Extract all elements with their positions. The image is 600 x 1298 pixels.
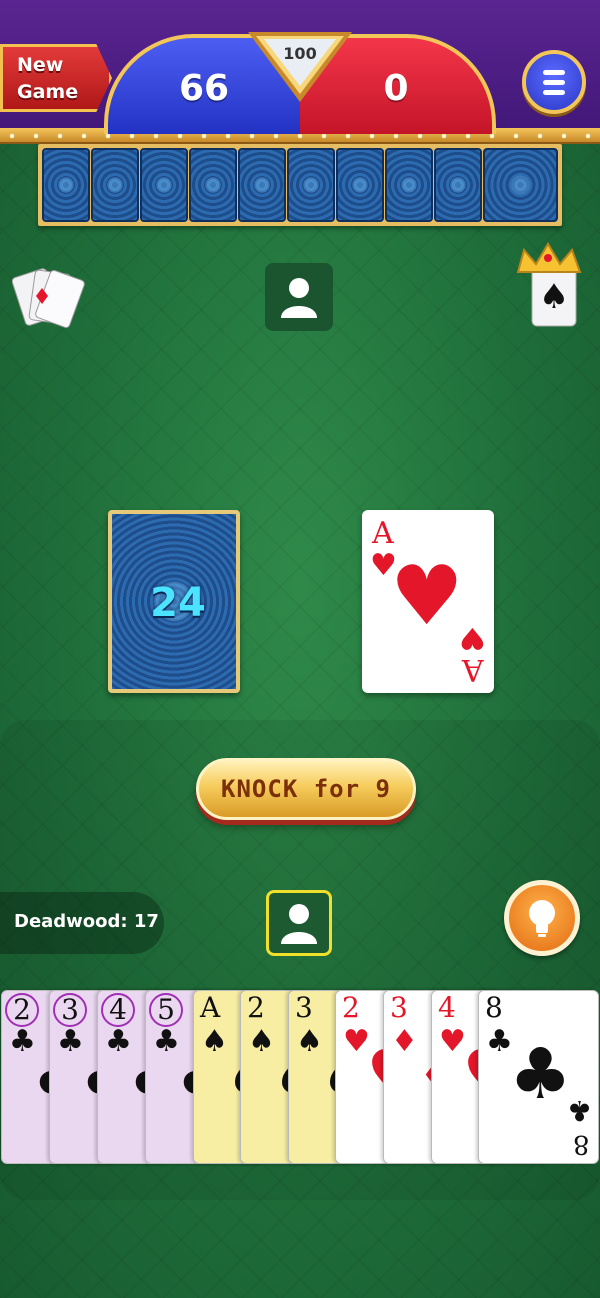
- card-rank: 2: [5, 993, 39, 1027]
- opponent-card: [287, 148, 335, 222]
- card-rank: 2: [247, 991, 265, 1024]
- card-rank: 4: [438, 991, 456, 1024]
- new-game-label-line2: Game: [17, 81, 79, 103]
- heart-center-icon: ♥: [390, 549, 464, 644]
- target-score-badge: 100: [246, 30, 354, 104]
- opponent-card: [336, 148, 384, 222]
- knock-button[interactable]: KNOCK for 9: [196, 758, 416, 820]
- club-suit-icon: ♣: [509, 1033, 572, 1115]
- opponent-hand: [38, 144, 562, 226]
- card-rank: 8: [485, 991, 503, 1024]
- lightbulb-icon: [529, 900, 555, 937]
- target-score: 100: [283, 44, 317, 63]
- card-themes-icon[interactable]: [11, 262, 86, 330]
- card-rank: 3: [53, 993, 87, 1027]
- opponent-card: [91, 148, 139, 222]
- opponent-card: [238, 148, 286, 222]
- opponent-card: [189, 148, 237, 222]
- discard-pile[interactable]: A ♥ ♥ ♥ A: [362, 510, 494, 693]
- target-shield-icon: [248, 32, 352, 102]
- svg-text:♠: ♠: [539, 277, 569, 317]
- user-icon: [281, 278, 317, 318]
- opponent-card: [483, 148, 558, 222]
- hint-button[interactable]: [504, 880, 580, 956]
- menu-icon-bar: [543, 70, 565, 75]
- menu-icon-bar: [543, 80, 565, 85]
- player-avatar: [266, 890, 332, 956]
- new-game-label-line1: New: [17, 54, 64, 76]
- menu-button[interactable]: [522, 50, 586, 114]
- opponent-card: [140, 148, 188, 222]
- card-rank: 3: [390, 991, 408, 1024]
- opponent-card: [385, 148, 433, 222]
- card-rank-bottom: 8: [573, 1129, 590, 1159]
- discard-rank-bottom: A: [462, 652, 484, 687]
- card-rank: A: [200, 991, 221, 1024]
- club-suit-icon: ♣: [566, 1094, 592, 1127]
- opponent-avatar: [265, 263, 333, 331]
- deadwood-counter: Deadwood: 17: [0, 892, 164, 954]
- heart-suit-icon: ♥: [459, 620, 486, 655]
- player-hand: 2 ♣ ♣ 3 ♣ ♣ 4 ♣ ♣ 5 ♣ ♣ A ♠ ♠ 2 ♠ ♠ 3 ♠ …: [0, 990, 600, 1166]
- card-rank: 4: [101, 993, 135, 1027]
- opponent-card: [434, 148, 482, 222]
- user-icon: [281, 904, 317, 944]
- card-rank: 5: [149, 993, 183, 1027]
- hand-card[interactable]: 8 ♣ ♣ ♣ 8: [478, 990, 599, 1164]
- deadwood-label: Deadwood:: [14, 911, 128, 932]
- opponent-card: [42, 148, 90, 222]
- deadwood-value: 17: [133, 911, 159, 932]
- leaderboard-crown-icon[interactable]: ♠: [514, 238, 586, 330]
- discard-rank: A: [372, 516, 394, 551]
- draw-pile[interactable]: 24: [108, 510, 240, 693]
- card-rank: 2: [342, 991, 360, 1024]
- menu-icon-bar: [543, 90, 565, 95]
- new-game-button[interactable]: New Game: [0, 44, 112, 112]
- draw-pile-count: 24: [150, 580, 206, 626]
- card-rank: 3: [295, 991, 313, 1024]
